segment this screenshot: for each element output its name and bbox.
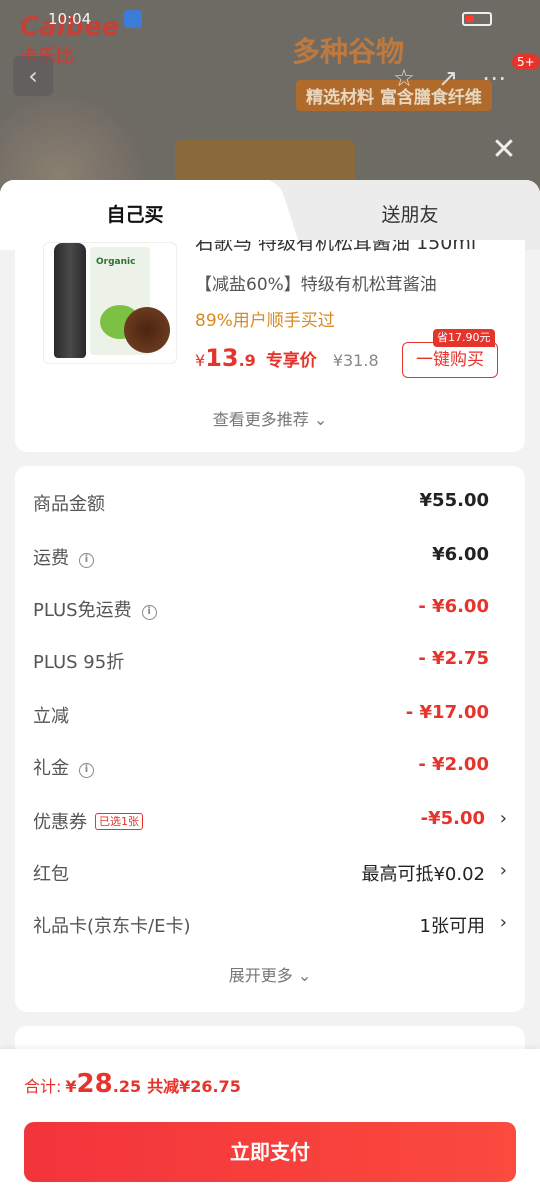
status-time: 10:04 [48,10,92,28]
info-icon[interactable]: i [79,763,94,778]
repurchase-rate: 89%用户顺手买过 [195,311,335,331]
app-notification-icon [124,10,142,28]
fee-value: - ¥17.00 [405,702,489,723]
share-button[interactable]: ↗ [428,58,468,98]
view-more-recommend-link[interactable]: 查看更多推荐 ⌄ [15,406,525,430]
recommended-product-card: Organic 右歌马 特级有机松茸酱油 150ml 【减盐60%】特级有机松茸… [15,240,525,452]
fee-value: - ¥6.00 [418,596,489,617]
fee-row-shipping: 运费 i ¥6.00 [33,544,507,574]
fee-label: 礼金 [33,758,69,779]
expand-more-link[interactable]: 展开更多 ⌄ [15,962,525,986]
price-decimal: .9 [238,351,256,370]
fee-value: 最高可抵¥0.02 [361,864,485,885]
total-integer: 28 [76,1069,113,1099]
fee-value: 1张可用 [419,916,485,937]
checkout-footer: 合计: ¥28.25 共减¥26.75 立即支付 [0,1049,540,1200]
more-dots-icon: ⋯ [482,64,506,92]
fee-label: PLUS免运费 [33,600,132,621]
fee-row-red-packet[interactable]: 红包 最高可抵¥0.02 › [33,860,507,890]
price-integer: 13 [205,344,239,372]
checkout-sheet: 送朋友 自己买 Organic 右歌马 特级有机松茸酱油 150ml 【减盐60… [0,180,540,1200]
order-total: 合计: ¥28.25 共减¥26.75 [24,1069,241,1099]
fee-breakdown-card: 商品金额 ¥55.00 运费 i ¥6.00 PLUS免运费 i - ¥6.00 P… [15,466,525,1012]
coupon-selected-tag: 已选1张 [95,813,143,830]
star-icon: ☆ [393,64,415,92]
fee-label: PLUS 95折 [33,652,125,673]
fee-value: ¥6.00 [432,544,489,565]
fee-value: - ¥2.00 [418,754,489,775]
product-title[interactable]: 右歌马 特级有机松茸酱油 150ml [195,240,476,255]
chevron-right-icon: › [499,808,507,829]
bottle-shape [54,243,86,358]
total-decimal: .25 [112,1077,142,1096]
total-saved: 共减¥26.75 [147,1077,241,1096]
pay-now-button[interactable]: 立即支付 [24,1122,516,1182]
price-currency: ¥ [195,351,206,370]
info-icon[interactable]: i [141,605,157,620]
fee-label: 礼品卡(京东卡/E卡) [33,916,191,937]
info-icon[interactable]: i [79,553,94,568]
fee-value: ¥55.00 [419,490,489,511]
tab-buy-self-label: 自己买 [106,204,164,226]
status-bar: 10:04 [0,0,540,40]
share-icon: ↗ [437,64,459,92]
chevron-right-icon: › [499,912,507,933]
fee-row-plus-discount: PLUS 95折 - ¥2.75 [33,648,507,678]
total-currency: ¥ [65,1077,77,1096]
bottle-label-text: Organic [96,257,136,267]
fee-row-goods-amount: 商品金额 ¥55.00 [33,490,507,520]
fee-label: 立减 [33,706,69,727]
fee-label: 红包 [33,864,69,885]
more-button[interactable]: ⋯ [474,58,514,98]
fee-value: -¥5.00 [420,808,485,829]
fee-label: 商品金额 [33,494,105,515]
close-sheet-button[interactable]: ✕ [486,132,522,168]
chevron-right-icon: › [499,860,507,881]
fee-row-instant-discount: 立减 - ¥17.00 [33,702,507,732]
one-click-buy-button[interactable]: 一键购买 [402,342,498,378]
fee-label: 优惠券 [33,812,87,833]
fee-row-gift-card[interactable]: 礼品卡(京东卡/E卡) 1张可用 › [33,912,507,942]
battery-icon [462,12,492,26]
favorite-button[interactable]: ☆ [384,58,424,98]
fee-row-plus-free-shipping: PLUS免运费 i - ¥6.00 [33,596,507,626]
sauce-dish-image [124,307,170,353]
total-label: 合计: [24,1077,62,1096]
fee-value: - ¥2.75 [418,648,489,669]
fee-row-coupon[interactable]: 优惠券 已选1张 -¥5.00 › [33,808,507,838]
product-subtitle: 【减盐60%】特级有机松茸酱油 [195,275,437,295]
message-badge: 5+ [512,54,540,70]
savings-tag: 省17.90元 [433,329,495,347]
fee-label: 运费 [33,548,69,569]
product-image[interactable]: Organic [43,242,177,364]
close-icon: ✕ [491,132,517,167]
vip-price-label: 专享价 [265,351,317,371]
back-button[interactable]: ‹ [13,56,53,96]
original-price: ¥31.8 [332,351,379,370]
chevron-left-icon: ‹ [28,62,38,90]
fee-row-gift-money: 礼金 i - ¥2.00 [33,754,507,784]
product-price: ¥13.9 专享价 ¥31.8 [195,344,379,372]
